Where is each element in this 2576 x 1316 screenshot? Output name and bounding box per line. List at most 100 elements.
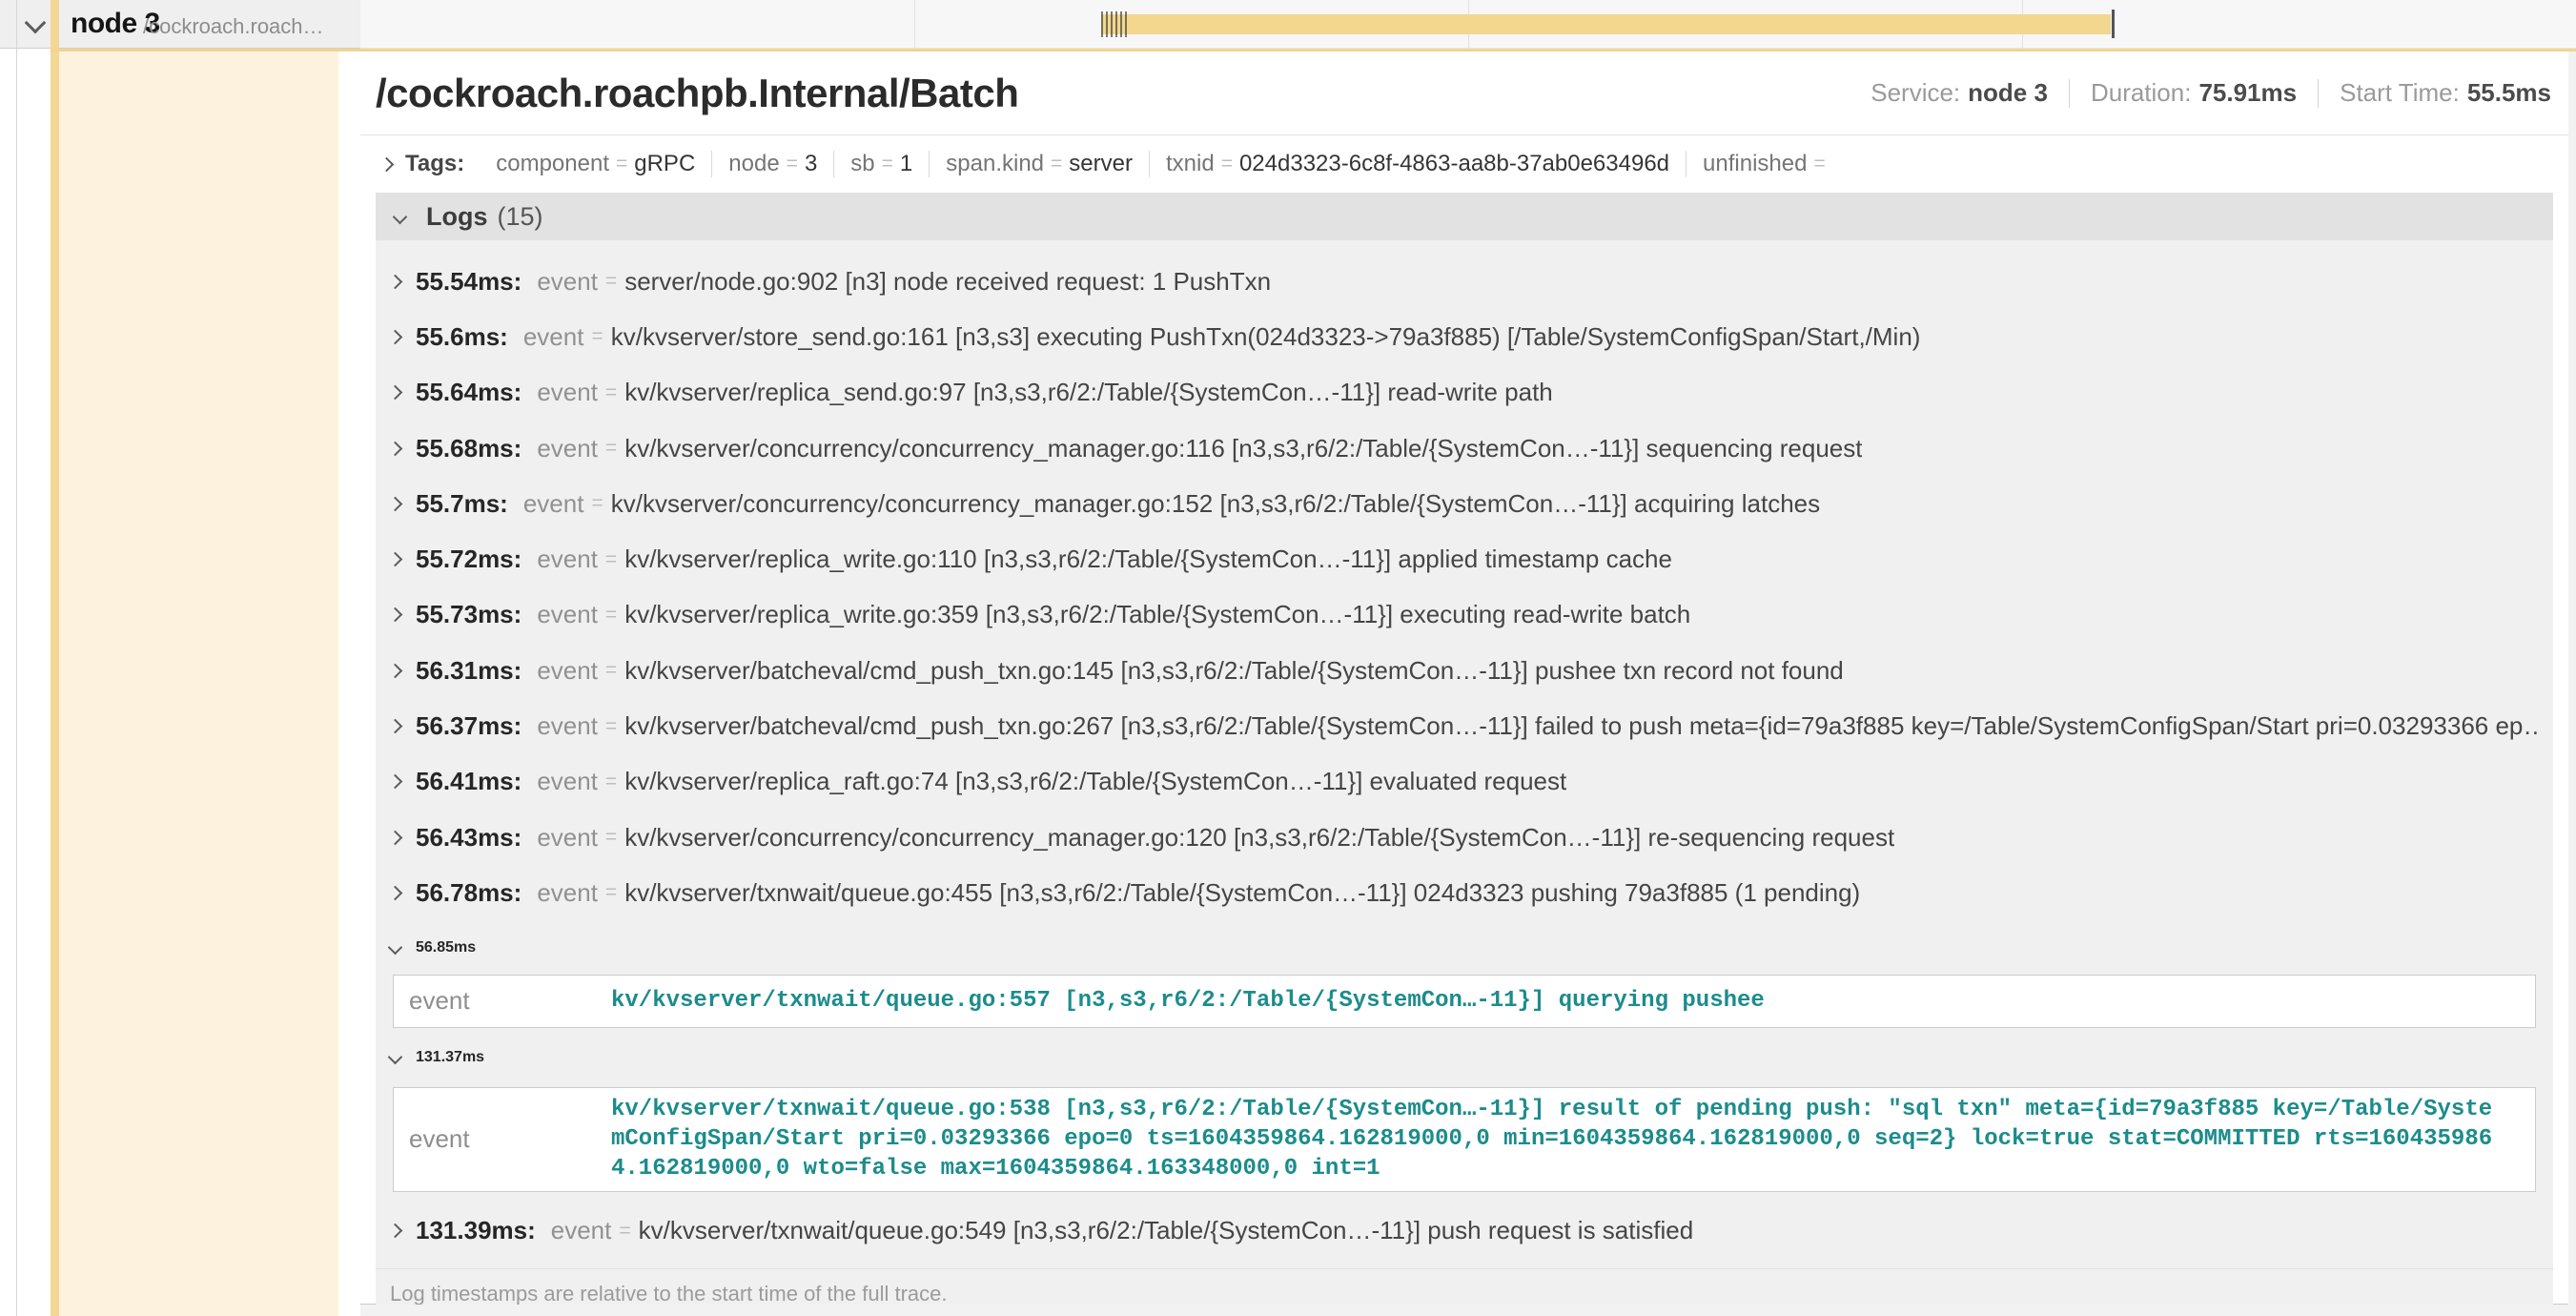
log-key: event xyxy=(537,711,598,741)
log-equals: = xyxy=(605,659,617,682)
chevron-right-icon[interactable] xyxy=(388,385,403,401)
chevron-right-icon[interactable] xyxy=(388,774,403,790)
log-message: kv/kvserver/concurrency/concurrency_mana… xyxy=(624,434,1862,463)
span-detail-area: /cockroach.roachpb.Internal/Batch Servic… xyxy=(360,51,2576,1316)
chevron-right-icon[interactable] xyxy=(388,886,403,901)
span-meta: Service: node 3 Duration: 75.91ms Start … xyxy=(1871,78,2551,108)
log-key: event xyxy=(537,434,598,463)
chevron-right-icon[interactable] xyxy=(388,441,403,456)
tag-unfinished: unfinished = xyxy=(1686,151,1849,177)
chevron-down-icon[interactable] xyxy=(388,940,403,956)
log-message: kv/kvserver/replica_write.go:110 [n3,s3,… xyxy=(624,545,1672,574)
log-key: event xyxy=(537,378,598,407)
log-row[interactable]: 55.7ms: event = kv/kvserver/concurrency/… xyxy=(376,476,2553,531)
start-time-value: 55.5ms xyxy=(2467,78,2551,108)
span-detail-indent-band xyxy=(59,51,338,1316)
log-equals: = xyxy=(605,437,617,460)
logs-section-header[interactable]: Logs (15) xyxy=(376,193,2553,240)
tag-equals: = xyxy=(1813,153,1825,175)
log-row[interactable]: 56.41ms: event = kv/kvserver/replica_raf… xyxy=(376,754,2553,810)
log-marker-tick xyxy=(1120,11,1122,37)
log-timestamp: 56.31ms: xyxy=(416,656,521,686)
tag-equals: = xyxy=(1051,153,1062,175)
log-message: kv/kvserver/concurrency/concurrency_mana… xyxy=(611,489,1820,519)
chevron-right-icon[interactable] xyxy=(388,719,403,734)
log-key: event xyxy=(537,600,598,629)
collapse-span-chevron-down-icon[interactable] xyxy=(25,12,47,34)
chevron-right-icon[interactable] xyxy=(388,1223,403,1239)
tag-value: server xyxy=(1069,151,1133,177)
log-timestamp: 55.54ms: xyxy=(416,267,521,297)
log-key: event xyxy=(523,322,584,352)
trace-span-detail-view: node 3 /cockroach.roach… 75.91ms /cockro… xyxy=(0,0,2576,1316)
chevron-right-icon[interactable] xyxy=(388,830,403,845)
span-color-accent-strip xyxy=(51,0,59,1316)
log-marker-tick-end xyxy=(2112,10,2115,38)
chevron-right-icon[interactable] xyxy=(388,274,403,289)
chevron-right-icon[interactable] xyxy=(388,552,403,567)
log-row[interactable]: 131.39ms: event = kv/kvserver/txnwait/qu… xyxy=(376,1203,2553,1259)
chevron-down-icon[interactable] xyxy=(388,1050,403,1065)
chevron-right-icon[interactable] xyxy=(388,607,403,623)
log-timestamp: 131.37ms xyxy=(416,1049,484,1066)
log-marker-tick xyxy=(1111,11,1113,37)
log-message: kv/kvserver/replica_write.go:359 [n3,s3,… xyxy=(624,600,1690,629)
tags-label: Tags: xyxy=(405,151,464,177)
tag-key: component xyxy=(496,151,609,177)
log-message: kv/kvserver/batcheval/cmd_push_txn.go:26… xyxy=(624,711,2542,741)
tag-equals: = xyxy=(787,153,798,175)
tag-value: gRPC xyxy=(634,151,695,177)
log-message: kv/kvserver/replica_raft.go:74 [n3,s3,r6… xyxy=(624,767,1566,796)
log-row[interactable]: 55.73ms: event = kv/kvserver/replica_wri… xyxy=(376,587,2553,643)
log-message: kv/kvserver/store_send.go:161 [n3,s3] ex… xyxy=(611,322,1921,352)
log-message: kv/kvserver/txnwait/queue.go:455 [n3,s3,… xyxy=(624,878,1860,908)
logs-title: Logs xyxy=(426,202,488,232)
log-equals: = xyxy=(605,604,617,627)
chevron-right-icon[interactable] xyxy=(379,156,395,172)
log-key: event xyxy=(523,489,584,519)
meta-divider xyxy=(2069,79,2070,108)
log-message: kv/kvserver/txnwait/queue.go:549 [n3,s3,… xyxy=(639,1216,1694,1245)
chevron-right-icon[interactable] xyxy=(388,497,403,512)
log-key: event xyxy=(537,767,598,796)
span-operation-title: /cockroach.roachpb.Internal/Batch xyxy=(376,71,1018,116)
log-key: event xyxy=(537,545,598,574)
log-row[interactable]: 56.43ms: event = kv/kvserver/concurrency… xyxy=(376,810,2553,865)
logs-count: (15) xyxy=(498,202,543,232)
log-row[interactable]: 55.6ms: event = kv/kvserver/store_send.g… xyxy=(376,309,2553,364)
log-row[interactable]: 55.64ms: event = kv/kvserver/replica_sen… xyxy=(376,365,2553,421)
log-timestamp: 131.39ms: xyxy=(416,1216,536,1245)
tag-equals: = xyxy=(882,153,893,175)
span-row-timeline[interactable]: 75.91ms xyxy=(360,0,2576,49)
log-equals: = xyxy=(605,771,617,793)
log-row[interactable]: 56.78ms: event = kv/kvserver/txnwait/que… xyxy=(376,865,2553,920)
log-key: event xyxy=(537,656,598,686)
log-marker-tick xyxy=(1125,11,1127,37)
chevron-down-icon[interactable] xyxy=(393,209,408,224)
tag-key: node xyxy=(728,151,779,177)
log-row[interactable]: 55.54ms: event = server/node.go:902 [n3]… xyxy=(376,254,2553,309)
log-key: event xyxy=(537,823,598,853)
log-row[interactable]: 56.37ms: event = kv/kvserver/batcheval/c… xyxy=(376,698,2553,753)
log-timestamp: 55.64ms: xyxy=(416,378,521,407)
log-message: kv/kvserver/batcheval/cmd_push_txn.go:14… xyxy=(624,656,1844,686)
log-row[interactable]: 55.68ms: event = kv/kvserver/concurrency… xyxy=(376,421,2553,476)
tag-node: node = 3 xyxy=(711,151,833,177)
tags-toggle-row[interactable]: Tags: component = gRPC node = 3 sb = 1 xyxy=(360,135,2568,193)
log-row[interactable]: 55.72ms: event = kv/kvserver/replica_wri… xyxy=(376,531,2553,586)
log-timestamp: 56.37ms: xyxy=(416,711,521,741)
gutter-divider xyxy=(16,0,17,1316)
tag-equals: = xyxy=(616,153,627,175)
log-marker-tick xyxy=(1101,11,1103,37)
log-row[interactable]: 56.31ms: event = kv/kvserver/batcheval/c… xyxy=(376,643,2553,698)
chevron-right-icon[interactable] xyxy=(388,330,403,345)
span-duration-bar[interactable] xyxy=(1101,14,2111,34)
logs-body: 55.54ms: event = server/node.go:902 [n3]… xyxy=(376,240,2553,1305)
service-label: Service: xyxy=(1871,78,1960,108)
log-message: server/node.go:902 [n3] node received re… xyxy=(624,267,1271,297)
chevron-right-icon[interactable] xyxy=(388,663,403,678)
log-row-expanded-header[interactable]: 56.85ms xyxy=(376,921,2553,975)
log-row-expanded-header[interactable]: 131.37ms xyxy=(376,1028,2553,1087)
tag-txnid: txnid = 024d3323-6c8f-4863-aa8b-37ab0e63… xyxy=(1149,151,1686,177)
tag-value: 1 xyxy=(900,151,912,177)
